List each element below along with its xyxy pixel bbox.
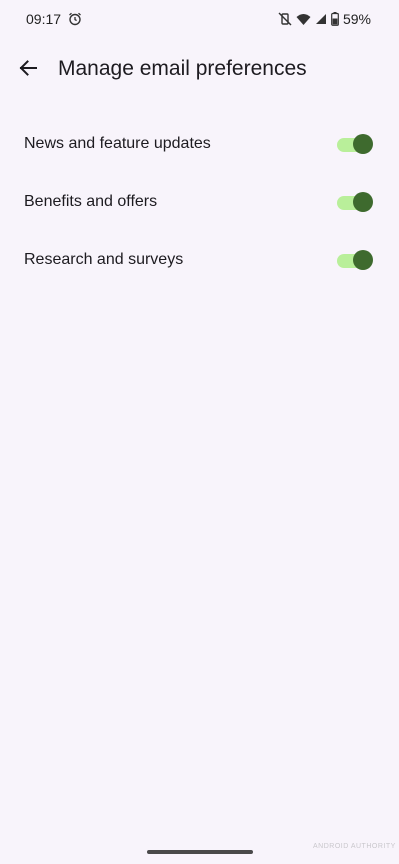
status-bar: 09:17 59% bbox=[0, 0, 399, 40]
setting-research-and-surveys[interactable]: Research and surveys bbox=[0, 231, 399, 289]
settings-list: News and feature updates Benefits and of… bbox=[0, 115, 399, 289]
wifi-icon bbox=[296, 13, 311, 26]
battery-percent: 59% bbox=[342, 11, 371, 27]
status-time: 09:17 bbox=[26, 11, 62, 27]
signal-icon bbox=[315, 13, 327, 25]
app-bar: Manage email preferences bbox=[0, 46, 399, 98]
back-button[interactable] bbox=[10, 52, 46, 88]
setting-label: Research and surveys bbox=[24, 251, 184, 268]
research-surveys-toggle[interactable] bbox=[337, 250, 373, 270]
switch-thumb bbox=[353, 250, 373, 270]
setting-benefits-and-offers[interactable]: Benefits and offers bbox=[0, 173, 399, 231]
setting-label: News and feature updates bbox=[24, 135, 211, 152]
gesture-nav-handle[interactable] bbox=[147, 850, 253, 854]
arrow-left-icon bbox=[18, 58, 38, 83]
battery-icon bbox=[331, 12, 339, 26]
setting-news-and-feature-updates[interactable]: News and feature updates bbox=[0, 115, 399, 173]
benefits-offers-toggle[interactable] bbox=[337, 192, 373, 212]
setting-label: Benefits and offers bbox=[24, 193, 158, 210]
watermark: ANDROID AUTHORITY bbox=[313, 843, 396, 850]
alarm-icon bbox=[68, 12, 82, 26]
switch-thumb bbox=[353, 192, 373, 212]
status-icons: 59% bbox=[278, 11, 371, 27]
news-updates-toggle[interactable] bbox=[337, 134, 373, 154]
switch-thumb bbox=[353, 134, 373, 154]
page-title: Manage email preferences bbox=[58, 57, 307, 80]
mute-vibrate-icon bbox=[278, 12, 292, 26]
